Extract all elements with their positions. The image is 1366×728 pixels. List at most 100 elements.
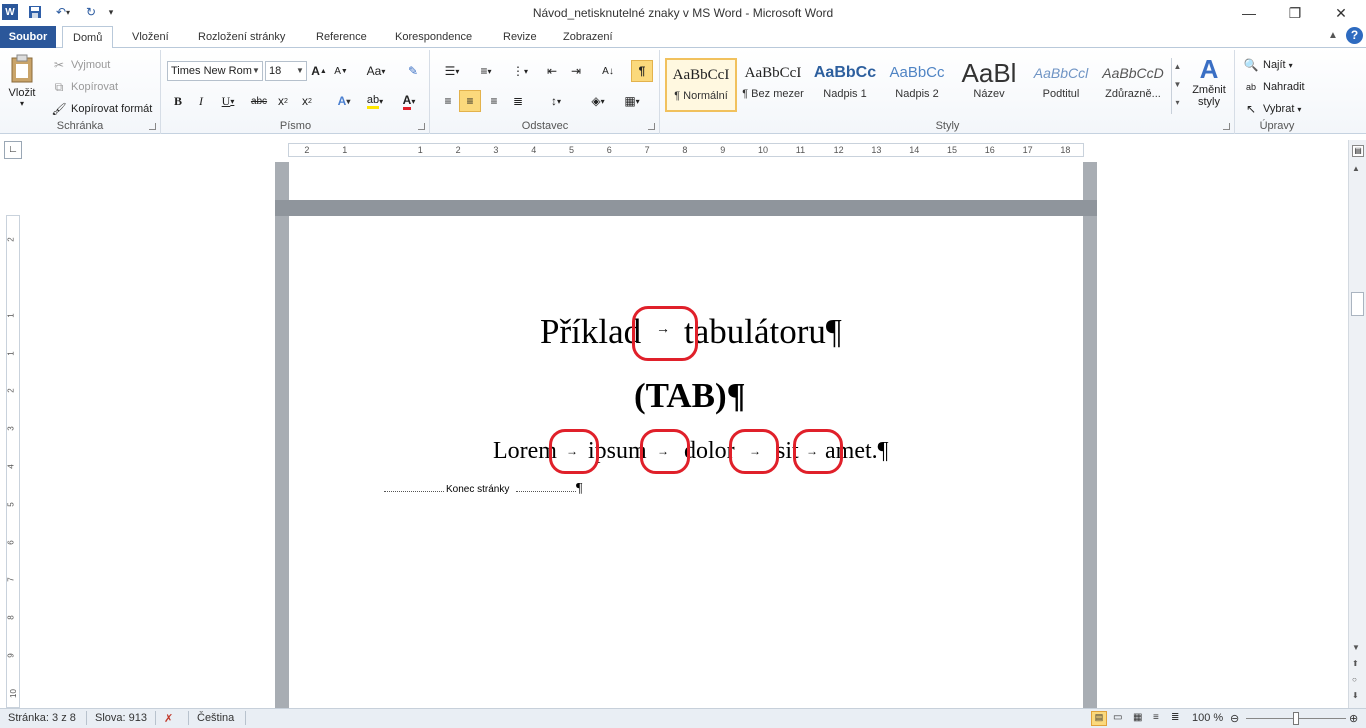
- ruler-tick-label: 1: [6, 313, 16, 318]
- vertical-ruler[interactable]: 2 1 1 2 3 4 5 6 7 8 9 10: [6, 215, 20, 708]
- replace-button[interactable]: ab Nahradit: [1242, 78, 1305, 96]
- proofing-icon[interactable]: ✗: [164, 712, 173, 725]
- italic-button[interactable]: I: [190, 90, 212, 112]
- collapse-ribbon-icon[interactable]: ▲: [1328, 30, 1338, 41]
- clear-formatting-icon[interactable]: ✎: [402, 60, 424, 82]
- borders-icon[interactable]: ▦ ▾: [617, 90, 647, 112]
- style-name: ¶ Bez mezer: [742, 88, 804, 100]
- restore-button[interactable]: ❐: [1272, 0, 1318, 26]
- cut-button[interactable]: ✂ Vyjmout: [50, 56, 110, 74]
- style-emphasis[interactable]: AaBbCcD Zdůrazně...: [1097, 58, 1169, 112]
- select-button[interactable]: ↖ Vybrat ▾: [1242, 100, 1301, 118]
- style-subtitle[interactable]: AaBbCcl Podtitul: [1025, 58, 1097, 112]
- page-gap: [275, 200, 1097, 216]
- tab-view[interactable]: Zobrazení: [553, 26, 623, 48]
- view-ruler-icon[interactable]: ▤: [1352, 145, 1364, 157]
- align-center-icon[interactable]: ≡: [459, 90, 481, 112]
- font-size-select[interactable]: 18 ▼: [265, 61, 307, 81]
- line-spacing-icon[interactable]: ↕ ▾: [541, 90, 571, 112]
- tab-insert[interactable]: Vložení: [122, 26, 179, 48]
- change-styles-button[interactable]: A Změnit styly: [1185, 54, 1233, 118]
- outline-view-icon[interactable]: ≡: [1153, 712, 1159, 723]
- vertical-scrollbar[interactable]: ▤ ▲ ▼ ⬆ ○ ⬇: [1348, 140, 1366, 708]
- language-indicator[interactable]: Čeština: [197, 712, 234, 724]
- clipboard-launcher-icon[interactable]: [149, 123, 156, 130]
- align-right-icon[interactable]: ≡: [483, 90, 505, 112]
- format-painter-button[interactable]: 🖌 Kopírovat formát: [50, 100, 152, 118]
- style-preview: AaBbCcI: [744, 65, 802, 81]
- grow-font-icon[interactable]: A ▲: [308, 60, 330, 82]
- tab-file[interactable]: Soubor: [0, 26, 56, 48]
- subscript-button[interactable]: x2: [272, 90, 294, 112]
- styles-scroll[interactable]: ▲ ▼ ▾: [1171, 58, 1183, 114]
- tab-mailings[interactable]: Korespondence: [385, 26, 482, 48]
- justify-icon[interactable]: ≣: [507, 90, 529, 112]
- tab-home[interactable]: Domů: [62, 26, 114, 49]
- change-case-icon[interactable]: Aa ▾: [362, 60, 390, 82]
- minimize-button[interactable]: —: [1226, 0, 1272, 26]
- zoom-slider-thumb[interactable]: [1293, 712, 1299, 725]
- find-button[interactable]: 🔍 Najít ▾: [1242, 56, 1293, 74]
- change-styles-icon: A: [1199, 54, 1219, 84]
- shrink-font-icon[interactable]: A ▼: [330, 60, 352, 82]
- strikethrough-button[interactable]: abc: [248, 90, 270, 112]
- chevron-down-icon: ▾: [1288, 60, 1293, 70]
- style-preview: AaBbCc: [889, 64, 945, 81]
- tab-references[interactable]: Reference: [306, 26, 377, 48]
- tab-review[interactable]: Revize: [493, 26, 547, 48]
- font-color-icon[interactable]: A ▾: [394, 90, 424, 112]
- paste-dropdown-icon: ▾: [19, 99, 24, 108]
- ruler-tick-label: 12: [833, 145, 844, 155]
- clipboard-icon: [11, 54, 33, 83]
- status-divider: [245, 711, 246, 725]
- numbering-icon[interactable]: ≡ ▾: [471, 60, 501, 82]
- draft-view-icon[interactable]: ≣: [1171, 712, 1179, 723]
- zoom-level[interactable]: 100 %: [1192, 712, 1223, 724]
- paste-button[interactable]: Vložit ▾: [6, 54, 38, 114]
- styles-launcher-icon[interactable]: [1223, 123, 1230, 130]
- underline-button[interactable]: U ▾: [214, 90, 242, 112]
- ruler-tick-label: 2: [304, 145, 310, 155]
- style-heading-2[interactable]: AaBbCc Nadpis 2: [881, 58, 953, 112]
- decrease-indent-icon[interactable]: ⇤: [541, 60, 563, 82]
- sort-icon[interactable]: A↓: [597, 60, 619, 82]
- tab-page-layout[interactable]: Rozložení stránky: [188, 26, 295, 48]
- shading-icon[interactable]: ◈ ▾: [583, 90, 613, 112]
- style-normal[interactable]: AaBbCcI ¶ Normální: [665, 58, 737, 112]
- copy-button[interactable]: ⧉ Kopírovat: [50, 78, 118, 96]
- text-effects-icon[interactable]: A ▾: [330, 90, 358, 112]
- superscript-button[interactable]: x2: [296, 90, 318, 112]
- word-count[interactable]: Slova: 913: [95, 712, 147, 724]
- show-formatting-marks-button[interactable]: ¶: [631, 60, 653, 82]
- font-family-select[interactable]: Times New Rom ▼: [167, 61, 263, 81]
- multilevel-list-icon[interactable]: ⋮ ▾: [505, 60, 535, 82]
- highlight-color-icon[interactable]: ab ▾: [360, 90, 390, 112]
- print-layout-view-icon[interactable]: ▤: [1091, 711, 1107, 726]
- tab-highlight-circle: [632, 306, 698, 361]
- horizontal-ruler[interactable]: 2 1 1 2 3 4 5 6 7 8 9 10 11 12 13 14 15 16 17 18: [288, 143, 1084, 157]
- ruler-tick-label: 10: [8, 688, 18, 698]
- web-layout-view-icon[interactable]: ▦: [1133, 712, 1142, 723]
- scroll-up-icon[interactable]: ▲: [1352, 164, 1360, 173]
- reading-view-icon[interactable]: ▭: [1113, 712, 1122, 723]
- ruler-tick-label: 6: [6, 539, 16, 545]
- format-painter-label: Kopírovat formát: [71, 103, 153, 115]
- bullets-icon[interactable]: ☰ ▾: [437, 60, 467, 82]
- style-title[interactable]: AaBl Název: [953, 58, 1025, 112]
- align-left-icon[interactable]: ≡: [437, 90, 459, 112]
- zoom-out-icon[interactable]: ⊖: [1230, 712, 1239, 725]
- ruler-tick-label: 5: [6, 502, 16, 507]
- close-button[interactable]: ✕: [1318, 0, 1364, 26]
- scroll-thumb[interactable]: [1351, 292, 1364, 316]
- paragraph-launcher-icon[interactable]: [648, 123, 655, 130]
- zoom-in-icon[interactable]: ⊕: [1349, 712, 1358, 725]
- increase-indent-icon[interactable]: ⇥: [565, 60, 587, 82]
- browse-buttons[interactable]: ▼ ⬆ ○ ⬇: [1352, 640, 1360, 704]
- tab-selector[interactable]: ∟: [4, 141, 22, 159]
- font-launcher-icon[interactable]: [418, 123, 425, 130]
- page-indicator[interactable]: Stránka: 3 z 8: [8, 712, 76, 724]
- help-icon[interactable]: ?: [1346, 27, 1363, 44]
- style-heading-1[interactable]: AaBbCc Nadpis 1: [809, 58, 881, 112]
- style-no-spacing[interactable]: AaBbCcI ¶ Bez mezer: [737, 58, 809, 112]
- bold-button[interactable]: B: [167, 90, 189, 112]
